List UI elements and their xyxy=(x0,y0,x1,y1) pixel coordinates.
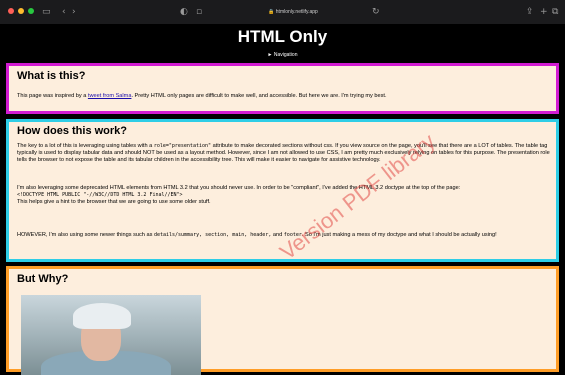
section-text: HOWEVER, I'm also using some newer thing… xyxy=(17,232,550,239)
code-inline: role="presentation" xyxy=(153,143,212,149)
section-text: I'm also leveraging some deprecated HTML… xyxy=(17,185,550,206)
sidebar-toggle-icon[interactable]: ▭ xyxy=(42,5,51,19)
share-icon[interactable]: ⇪ xyxy=(526,5,534,19)
forward-icon[interactable]: › xyxy=(72,5,76,19)
code-inline: details/summary, section, main, header, xyxy=(153,232,272,238)
page-title: HTML Only xyxy=(237,27,328,46)
navigation-summary[interactable]: ► Navigation xyxy=(0,51,565,59)
page-header: HTML Only ► Navigation xyxy=(0,24,565,66)
text-span: . So I'm just making a mess of my doctyp… xyxy=(301,232,497,238)
text-span: and xyxy=(271,232,284,238)
text-span: HOWEVER, I'm also using some newer thing… xyxy=(17,232,154,238)
shield-icon[interactable]: ◐ xyxy=(180,5,188,19)
text-span: . Pretty HTML only pages are difficult t… xyxy=(131,93,387,99)
section-heading: But Why? xyxy=(17,273,69,285)
browser-toolbar: ▭ ‹ › ◐ ▫ 🔒 htmlonly.netlify.app ↻ ⇪ + ⧉ xyxy=(0,0,565,24)
maximize-window-button[interactable] xyxy=(28,8,34,14)
text-span: This helps give a hint to the browser th… xyxy=(17,199,211,205)
new-tab-icon[interactable]: + xyxy=(540,5,548,19)
lock-icon: 🔒 xyxy=(268,9,275,15)
section-how: How does this work? The key to a lot of … xyxy=(6,119,559,262)
text-span: The key to a lot of this is leveraging u… xyxy=(17,143,154,149)
close-window-button[interactable] xyxy=(8,8,14,14)
section-heading: What is this? xyxy=(17,70,86,82)
reload-icon[interactable]: ↻ xyxy=(372,5,380,19)
doctype-code: <!DOCTYPE HTML PUBLIC "-//W3C//DTD HTML … xyxy=(17,192,183,198)
section-what: What is this? This page was inspired by … xyxy=(6,63,559,114)
address-bar[interactable]: 🔒 htmlonly.netlify.app xyxy=(238,6,348,18)
url-text: htmlonly.netlify.app xyxy=(275,9,318,15)
minimize-window-button[interactable] xyxy=(18,8,24,14)
tweet-link[interactable]: tweet from Salma xyxy=(88,93,132,99)
tabs-icon[interactable]: ⧉ xyxy=(552,5,558,19)
window-controls xyxy=(8,8,34,14)
text-span: This page was inspired by a xyxy=(17,93,88,99)
section-why: But Why? xyxy=(6,266,559,375)
section-heading: How does this work? xyxy=(17,125,128,137)
tab-overview-icon[interactable]: ▫ xyxy=(196,5,202,19)
image-person-cap xyxy=(73,303,131,329)
back-icon[interactable]: ‹ xyxy=(62,5,66,19)
text-span: I'm also leveraging some deprecated HTML… xyxy=(17,185,461,191)
gif-image xyxy=(21,295,201,375)
section-text: The key to a lot of this is leveraging u… xyxy=(17,143,550,164)
section-text: This page was inspired by a tweet from S… xyxy=(17,93,550,100)
code-inline: footer xyxy=(283,232,302,238)
